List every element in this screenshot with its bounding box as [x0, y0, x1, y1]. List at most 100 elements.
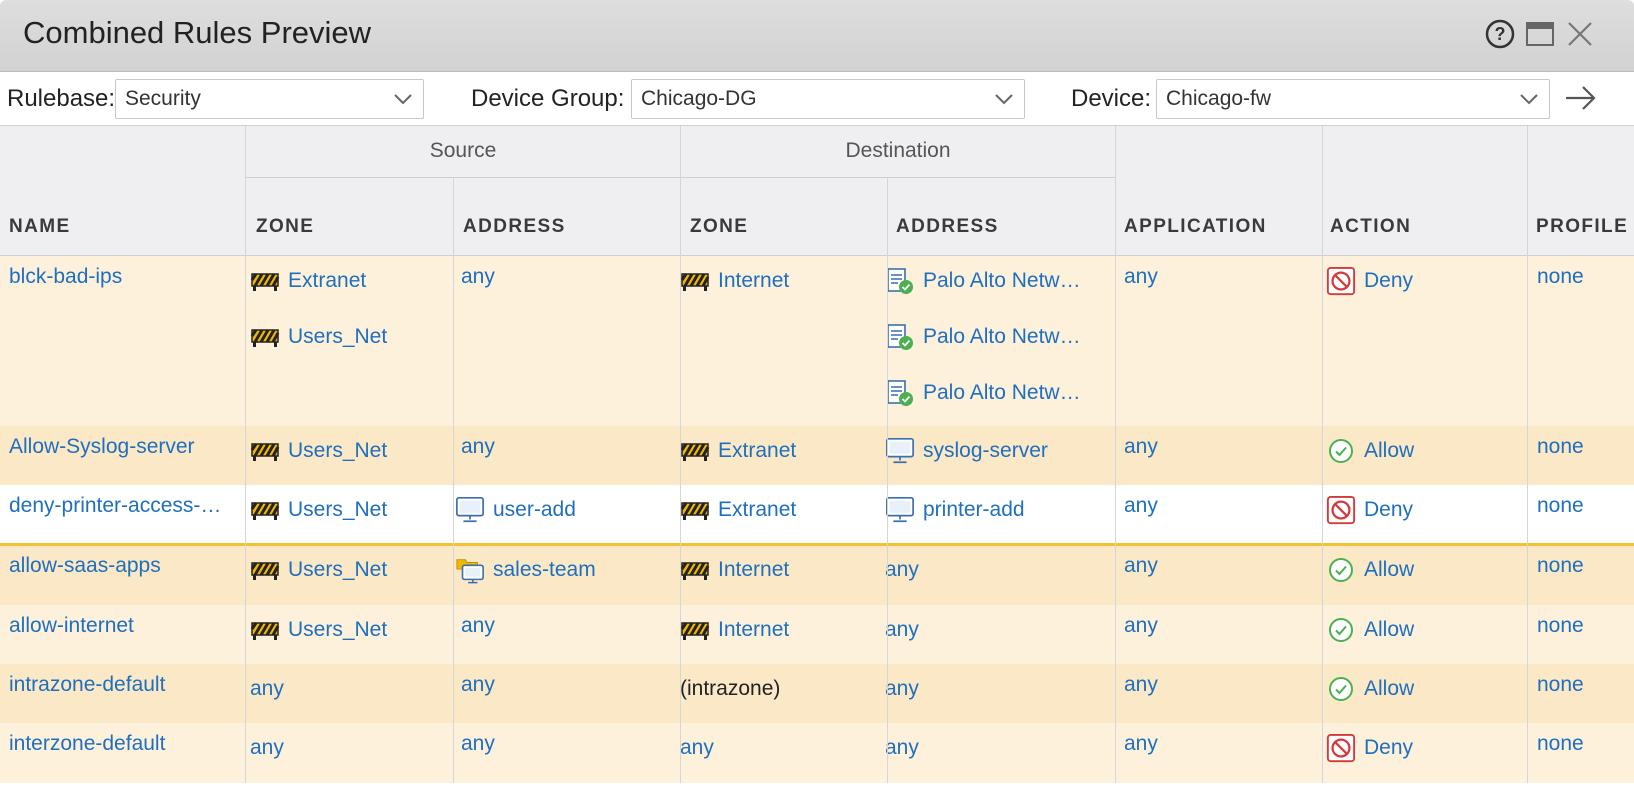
source-zone-link[interactable]: any [250, 736, 284, 760]
destination-group-header: Destination [680, 126, 1115, 178]
destination-zone-link[interactable]: Internet [718, 618, 789, 642]
device-select[interactable]: Chicago-fw [1156, 79, 1550, 119]
profile-link[interactable]: none [1537, 435, 1584, 459]
help-icon[interactable]: ? [1484, 18, 1516, 50]
window-title: Combined Rules Preview [23, 15, 372, 50]
profile-link[interactable]: none [1537, 494, 1584, 518]
source-address-link[interactable]: user-add [493, 498, 576, 522]
filter-toolbar: Rulebase: Security Device Group: Chicago… [0, 72, 1634, 126]
destination-address-link[interactable]: any [885, 558, 919, 582]
col-destination-zone[interactable]: ZONE [690, 216, 748, 238]
action-link[interactable]: Allow [1364, 618, 1414, 642]
destination-address-link[interactable]: Palo Alto Netw… [923, 269, 1081, 293]
column-divider [1322, 126, 1323, 783]
rule-name-link[interactable]: deny-printer-access-… [9, 494, 221, 518]
source-address-link[interactable]: any [461, 732, 495, 756]
application-link[interactable]: any [1124, 435, 1158, 459]
rule-name-link[interactable]: blck-bad-ips [9, 265, 122, 289]
destination-zone-link[interactable]: Extranet [718, 439, 796, 463]
profile-link[interactable]: none [1537, 554, 1584, 578]
zone-barrier-icon [250, 438, 280, 464]
maximize-icon[interactable] [1524, 18, 1556, 50]
source-zone-link[interactable]: Users_Net [288, 498, 387, 522]
rule-name-link[interactable]: allow-saas-apps [9, 554, 161, 578]
source-address-link[interactable]: any [461, 673, 495, 697]
zone-barrier-icon [250, 617, 280, 643]
column-divider [680, 126, 681, 783]
source-zone-link[interactable]: any [250, 677, 284, 701]
action-link[interactable]: Allow [1364, 439, 1414, 463]
source-zone-link[interactable]: Users_Net [288, 618, 387, 642]
edl-list-icon [885, 324, 915, 350]
address-monitor-icon [885, 437, 915, 464]
col-source-address[interactable]: ADDRESS [463, 216, 566, 238]
destination-zone-link[interactable]: Internet [718, 269, 789, 293]
device-group-select[interactable]: Chicago-DG [631, 79, 1025, 119]
application-link[interactable]: any [1124, 614, 1158, 638]
rule-name-link[interactable]: allow-internet [9, 614, 134, 638]
rulebase-label: Rulebase: [7, 85, 116, 112]
source-zone-link[interactable]: Users_Net [288, 558, 387, 582]
profile-link[interactable]: none [1537, 732, 1584, 756]
destination-address-link[interactable]: syslog-server [923, 439, 1048, 463]
source-address-link[interactable]: any [461, 265, 495, 289]
destination-address-link[interactable]: any [885, 618, 919, 642]
edl-list-icon [885, 268, 915, 294]
chevron-down-icon [394, 94, 412, 105]
source-address-link[interactable]: any [461, 614, 495, 638]
profile-link[interactable]: none [1537, 265, 1584, 289]
destination-zone-link: (intrazone) [680, 677, 781, 700]
allow-check-icon [1326, 438, 1356, 464]
column-divider [887, 178, 888, 783]
action-link[interactable]: Deny [1364, 736, 1413, 760]
deny-block-icon [1326, 495, 1356, 525]
application-link[interactable]: any [1124, 265, 1158, 289]
action-link[interactable]: Deny [1364, 498, 1413, 522]
zone-barrier-icon [680, 268, 710, 294]
destination-address-link[interactable]: any [885, 736, 919, 760]
zone-barrier-icon [680, 497, 710, 523]
action-link[interactable]: Allow [1364, 677, 1414, 701]
destination-zone-link[interactable]: Extranet [718, 498, 796, 522]
action-link[interactable]: Deny [1364, 269, 1413, 293]
application-link[interactable]: any [1124, 673, 1158, 697]
col-action[interactable]: ACTION [1330, 216, 1411, 238]
destination-zone-link[interactable]: any [680, 736, 714, 760]
zone-barrier-icon [250, 268, 280, 294]
rulebase-select[interactable]: Security [115, 79, 424, 119]
application-link[interactable]: any [1124, 494, 1158, 518]
column-divider [245, 178, 246, 783]
zone-barrier-icon [680, 617, 710, 643]
profile-link[interactable]: none [1537, 614, 1584, 638]
go-arrow-icon[interactable] [1563, 82, 1599, 114]
close-icon[interactable] [1564, 18, 1596, 50]
source-zone-link[interactable]: Users_Net [288, 325, 387, 349]
source-zone-link[interactable]: Users_Net [288, 439, 387, 463]
rule-name-link[interactable]: interzone-default [9, 732, 165, 756]
col-application[interactable]: APPLICATION [1124, 216, 1267, 238]
zone-barrier-icon [250, 557, 280, 583]
col-destination-address[interactable]: ADDRESS [896, 216, 999, 238]
rule-name-link[interactable]: intrazone-default [9, 673, 165, 697]
application-link[interactable]: any [1124, 732, 1158, 756]
destination-address-link[interactable]: Palo Alto Netw… [923, 325, 1081, 349]
destination-address-link[interactable]: printer-add [923, 498, 1025, 522]
source-address-link[interactable]: sales-team [493, 558, 596, 582]
source-zone-link[interactable]: Extranet [288, 269, 366, 293]
svg-text:?: ? [1495, 24, 1506, 44]
col-profile[interactable]: PROFILE [1536, 216, 1628, 238]
allow-check-icon [1326, 617, 1356, 643]
rule-name-link[interactable]: Allow-Syslog-server [9, 435, 195, 459]
application-link[interactable]: any [1124, 554, 1158, 578]
action-link[interactable]: Allow [1364, 558, 1414, 582]
destination-address-link[interactable]: Palo Alto Netw… [923, 381, 1081, 405]
address-group-icon [455, 557, 485, 584]
source-group-header: Source [245, 126, 680, 178]
address-monitor-icon [455, 496, 485, 523]
destination-address-link[interactable]: any [885, 677, 919, 701]
col-source-zone[interactable]: ZONE [256, 216, 314, 238]
profile-link[interactable]: none [1537, 673, 1584, 697]
source-address-link[interactable]: any [461, 435, 495, 459]
destination-zone-link[interactable]: Internet [718, 558, 789, 582]
col-name[interactable]: NAME [9, 216, 71, 238]
